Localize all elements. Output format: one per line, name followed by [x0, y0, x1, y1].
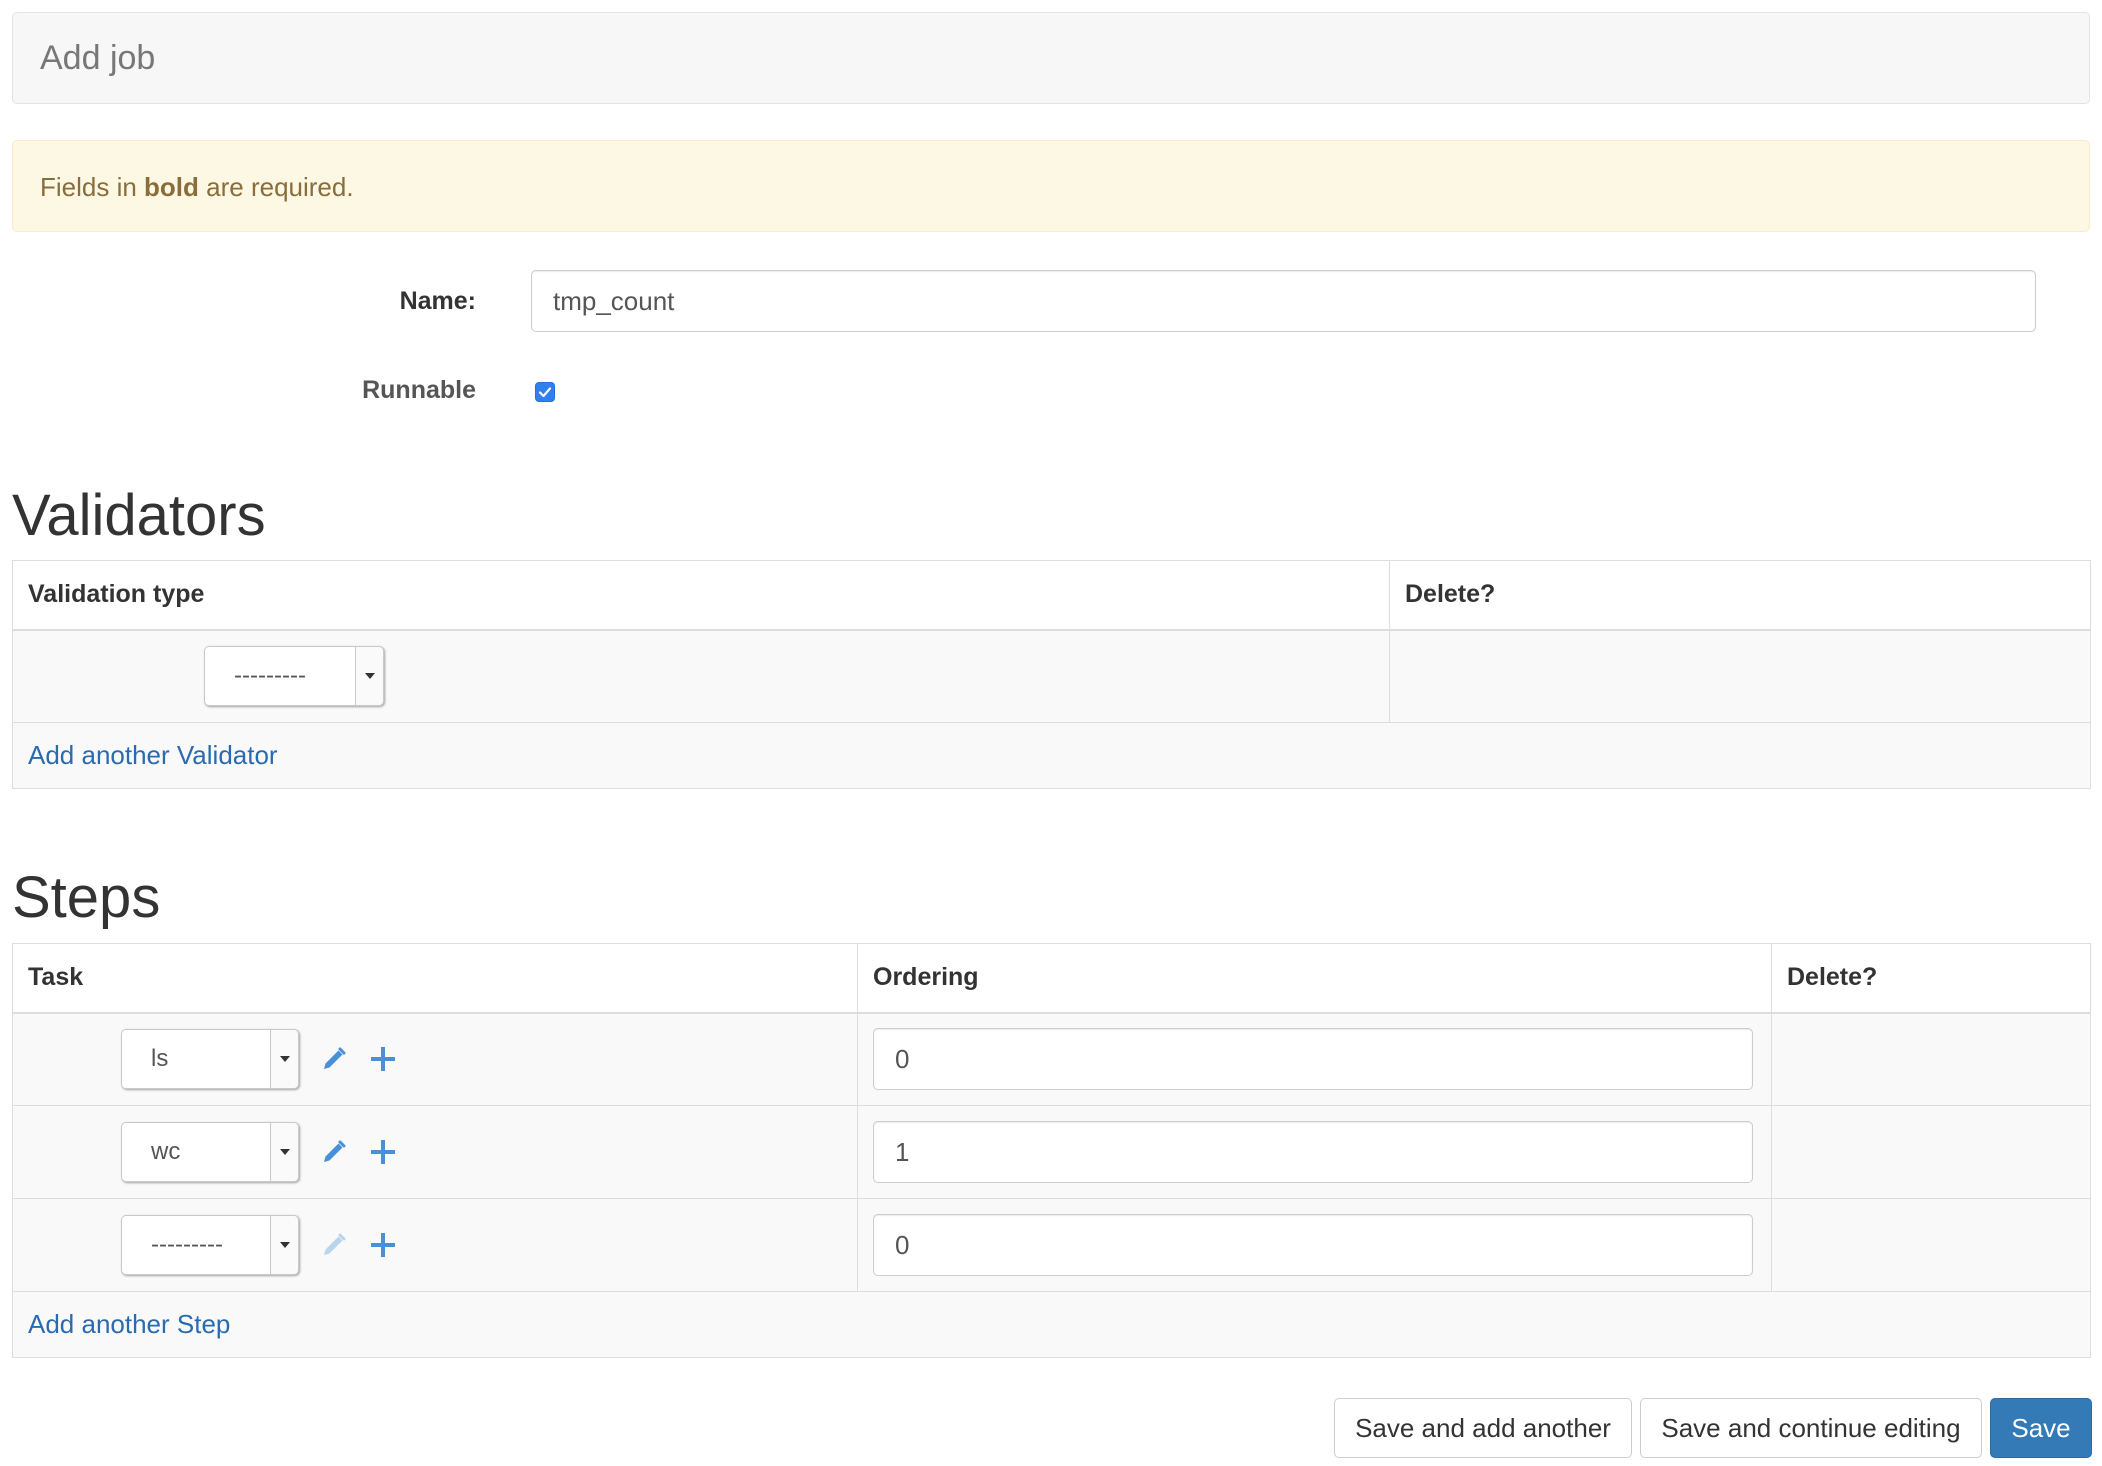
name-input[interactable]: tmp_count	[531, 270, 2036, 332]
validation-type-select-value: ---------	[234, 662, 306, 690]
plus-icon	[370, 1233, 395, 1257]
page-title: Add job	[40, 39, 156, 77]
steps-title: Steps	[12, 865, 161, 930]
step-row: ls 0	[12, 1012, 2091, 1106]
step-task-cell: ---------	[12, 1198, 858, 1292]
validation-type-select[interactable]: ---------	[204, 646, 384, 707]
column-header-delete: Delete?	[1389, 560, 2091, 631]
ordering-input[interactable]: 1	[873, 1121, 1753, 1183]
task-select[interactable]: ---------	[121, 1215, 299, 1275]
name-input-value: tmp_count	[553, 285, 675, 316]
step-delete-cell	[1771, 1012, 2091, 1106]
steps-footer: Add another Step	[12, 1291, 2091, 1358]
ordering-input-value: 0	[895, 1229, 910, 1260]
ordering-input-value: 0	[895, 1043, 910, 1074]
step-task-cell: ls	[12, 1012, 858, 1106]
add-validator-link[interactable]: Add another Validator	[28, 740, 278, 770]
ordering-input-value: 1	[895, 1136, 910, 1167]
ordering-input[interactable]: 0	[873, 1028, 1753, 1091]
step-row: --------- 0	[12, 1198, 2091, 1292]
runnable-label: Runnable	[362, 376, 476, 404]
edit-task-button[interactable]	[321, 1046, 347, 1072]
step-ordering-cell: 0	[857, 1012, 1772, 1106]
alert-prefix: Fields in	[40, 172, 145, 202]
alert-suffix: are required.	[198, 172, 354, 202]
page-header: Add job	[12, 12, 2090, 104]
step-ordering-cell: 0	[857, 1198, 1772, 1292]
add-step-link[interactable]: Add another Step	[28, 1309, 230, 1339]
ordering-input[interactable]: 0	[873, 1214, 1753, 1276]
add-task-button[interactable]	[370, 1139, 396, 1165]
step-delete-cell	[1771, 1198, 2091, 1292]
validator-type-cell: ---------	[12, 629, 1390, 723]
validator-delete-cell	[1389, 629, 2091, 723]
save-and-add-another-button[interactable]: Save and add another	[1334, 1398, 1632, 1458]
column-header-ordering: Ordering	[857, 943, 1772, 1014]
step-task-cell: wc	[12, 1105, 858, 1199]
task-select[interactable]: wc	[121, 1122, 299, 1182]
column-header-task: Task	[12, 943, 858, 1014]
column-header-validation-type: Validation type	[12, 560, 1390, 631]
task-select[interactable]: ls	[121, 1029, 299, 1090]
plus-icon	[370, 1140, 395, 1164]
pencil-icon	[324, 1047, 346, 1070]
task-select-value: wc	[151, 1138, 181, 1165]
name-label: Name:	[399, 287, 476, 315]
step-row: wc 1	[12, 1105, 2091, 1199]
alert-bold-word: bold	[144, 172, 199, 202]
validators-table: Validation type Delete? --------- Add an…	[12, 560, 2091, 789]
required-fields-alert: Fields in bold are required.	[12, 140, 2090, 232]
task-select-value: ls	[151, 1045, 169, 1073]
runnable-checkbox[interactable]	[535, 382, 555, 402]
save-button[interactable]: Save	[1990, 1398, 2092, 1458]
task-select-value: ---------	[151, 1231, 223, 1258]
pencil-icon	[324, 1140, 346, 1162]
chevron-down-icon	[270, 1030, 298, 1089]
validator-row: ---------	[12, 629, 2091, 723]
pencil-icon	[324, 1233, 346, 1255]
step-delete-cell	[1771, 1105, 2091, 1199]
chevron-down-icon	[270, 1216, 298, 1274]
plus-icon	[370, 1047, 395, 1072]
steps-table: Task Ordering Delete? ls 0 wc 1 --------…	[12, 943, 2091, 1358]
edit-task-button[interactable]	[321, 1139, 347, 1165]
edit-task-button	[321, 1232, 347, 1258]
save-and-continue-button[interactable]: Save and continue editing	[1640, 1398, 1982, 1458]
validators-title: Validators	[12, 483, 266, 548]
column-header-delete: Delete?	[1771, 943, 2091, 1014]
step-ordering-cell: 1	[857, 1105, 1772, 1199]
chevron-down-icon	[270, 1123, 298, 1181]
chevron-down-icon	[355, 647, 383, 706]
add-task-button[interactable]	[370, 1046, 396, 1072]
check-icon	[538, 387, 552, 398]
validators-footer: Add another Validator	[12, 722, 2091, 789]
add-task-button[interactable]	[370, 1232, 396, 1258]
